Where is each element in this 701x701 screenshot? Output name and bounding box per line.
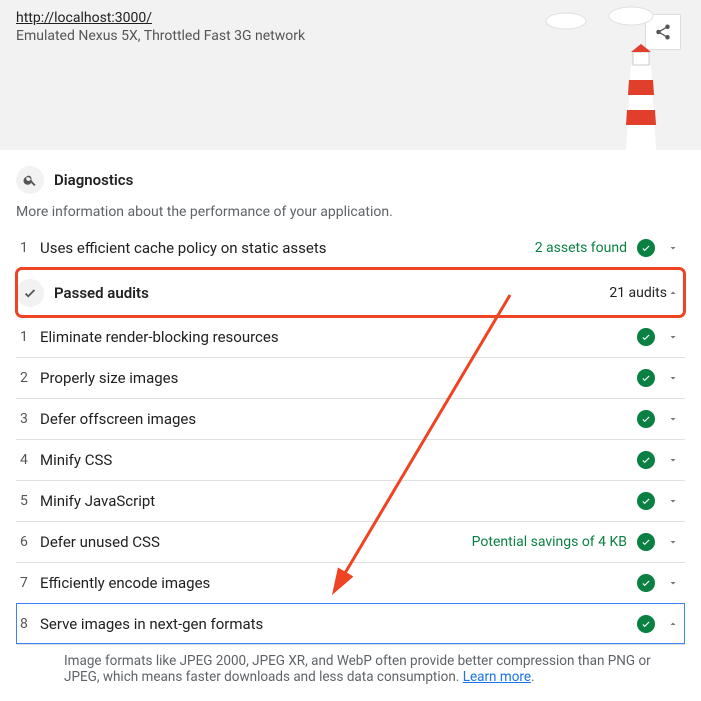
passed-audit-item[interactable]: 7Efficiently encode images	[16, 562, 685, 603]
search-icon	[16, 166, 44, 194]
audit-label: Minify JavaScript	[40, 492, 637, 510]
diagnostics-section: Diagnostics More information about the p…	[0, 150, 701, 220]
audit-label: Serve images in next-gen formats	[40, 615, 637, 633]
audit-detail: Image formats like JPEG 2000, JPEG XR, a…	[16, 644, 685, 701]
passed-audits-header[interactable]: Passed audits 21 audits	[16, 268, 685, 317]
chevron-down-icon	[667, 413, 681, 425]
diagnostic-item[interactable]: 1 Uses efficient cache policy on static …	[16, 228, 685, 268]
audit-label: Efficiently encode images	[40, 574, 637, 592]
audit-detail-text: Image formats like JPEG 2000, JPEG XR, a…	[64, 653, 651, 685]
chevron-down-icon	[667, 536, 681, 548]
audit-label: Uses efficient cache policy on static as…	[40, 239, 535, 257]
passed-audit-item[interactable]: 1Eliminate render-blocking resources	[16, 317, 685, 357]
chevron-down-icon	[667, 372, 681, 384]
pass-icon	[637, 615, 655, 633]
passed-audit-item[interactable]: 5Minify JavaScript	[16, 480, 685, 521]
audit-label: Defer unused CSS	[40, 533, 472, 551]
audit-meta: Potential savings of 4 KB	[472, 534, 627, 550]
pass-icon	[637, 533, 655, 551]
pass-icon	[637, 328, 655, 346]
chevron-down-icon	[667, 495, 681, 507]
chevron-down-icon	[667, 331, 681, 343]
report-header: http://localhost:3000/ Emulated Nexus 5X…	[0, 0, 701, 150]
passed-audit-item[interactable]: 8Serve images in next-gen formats	[16, 603, 685, 644]
diagnostics-list: 1 Uses efficient cache policy on static …	[16, 228, 685, 701]
passed-audits-title: Passed audits	[54, 284, 609, 302]
chevron-up-icon	[667, 287, 681, 299]
pass-icon	[637, 451, 655, 469]
pass-icon	[637, 574, 655, 592]
learn-more-link[interactable]: Learn more	[463, 669, 531, 685]
passed-audit-item[interactable]: 6Defer unused CSSPotential savings of 4 …	[16, 521, 685, 562]
passed-audit-item[interactable]: 3Defer offscreen images	[16, 398, 685, 439]
audit-meta: 2 assets found	[535, 240, 627, 256]
diagnostics-subtitle: More information about the performance o…	[16, 204, 685, 220]
audit-label: Defer offscreen images	[40, 410, 637, 428]
pass-icon	[637, 410, 655, 428]
chevron-down-icon	[667, 242, 681, 254]
pass-icon	[637, 492, 655, 510]
audit-label: Eliminate render-blocking resources	[40, 328, 637, 346]
chevron-up-icon	[667, 618, 681, 630]
audit-label: Properly size images	[40, 369, 637, 387]
passed-audits-count: 21 audits	[609, 285, 667, 301]
check-icon	[16, 279, 44, 307]
lighthouse-illustration	[611, 40, 671, 150]
diagnostics-title: Diagnostics	[54, 171, 133, 189]
pass-icon	[637, 239, 655, 257]
passed-audit-item[interactable]: 4Minify CSS	[16, 439, 685, 480]
pass-icon	[637, 369, 655, 387]
chevron-down-icon	[667, 454, 681, 466]
chevron-down-icon	[667, 577, 681, 589]
passed-audit-item[interactable]: 2Properly size images	[16, 357, 685, 398]
audit-label: Minify CSS	[40, 451, 637, 469]
